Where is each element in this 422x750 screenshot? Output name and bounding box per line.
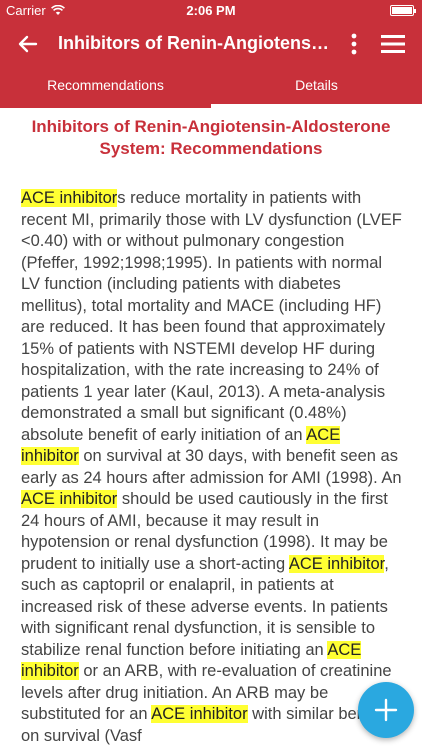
highlighted-term: ACE inhibitor [21, 490, 118, 508]
recommendation-paragraph: ACE inhibitors reduce mortality in patie… [0, 160, 422, 747]
tab-recommendations[interactable]: Recommendations [0, 68, 211, 108]
highlighted-term: ACE inhibitor [21, 189, 118, 207]
app-bar: Inhibitors of Renin-Angiotensin... [0, 20, 422, 68]
hamburger-menu-icon[interactable] [380, 32, 406, 56]
tab-bar: Recommendations Details [0, 68, 422, 108]
section-heading: Inhibitors of Renin-Angiotensin-Aldoster… [31, 117, 391, 158]
details-content[interactable]: Inhibitors of Renin-Angiotensin-Aldoster… [0, 108, 422, 750]
status-bar: Carrier 2:06 PM [0, 0, 422, 20]
battery-icon [390, 5, 416, 16]
back-arrow-icon[interactable] [16, 32, 40, 56]
paragraph-text: on survival at 30 days, with benefit see… [21, 447, 402, 487]
paragraph-text: s reduce mortality in patients with rece… [21, 189, 402, 444]
tab-details[interactable]: Details [211, 68, 422, 108]
highlighted-term: ACE inhibitor [288, 554, 385, 573]
highlighted-term: ACE inhibitor [151, 705, 248, 723]
status-time: 2:06 PM [186, 3, 236, 18]
plus-icon [374, 698, 398, 722]
more-vertical-icon[interactable] [342, 32, 366, 56]
add-fab-button[interactable] [358, 682, 414, 738]
page-title: Inhibitors of Renin-Angiotensin... [58, 33, 330, 53]
